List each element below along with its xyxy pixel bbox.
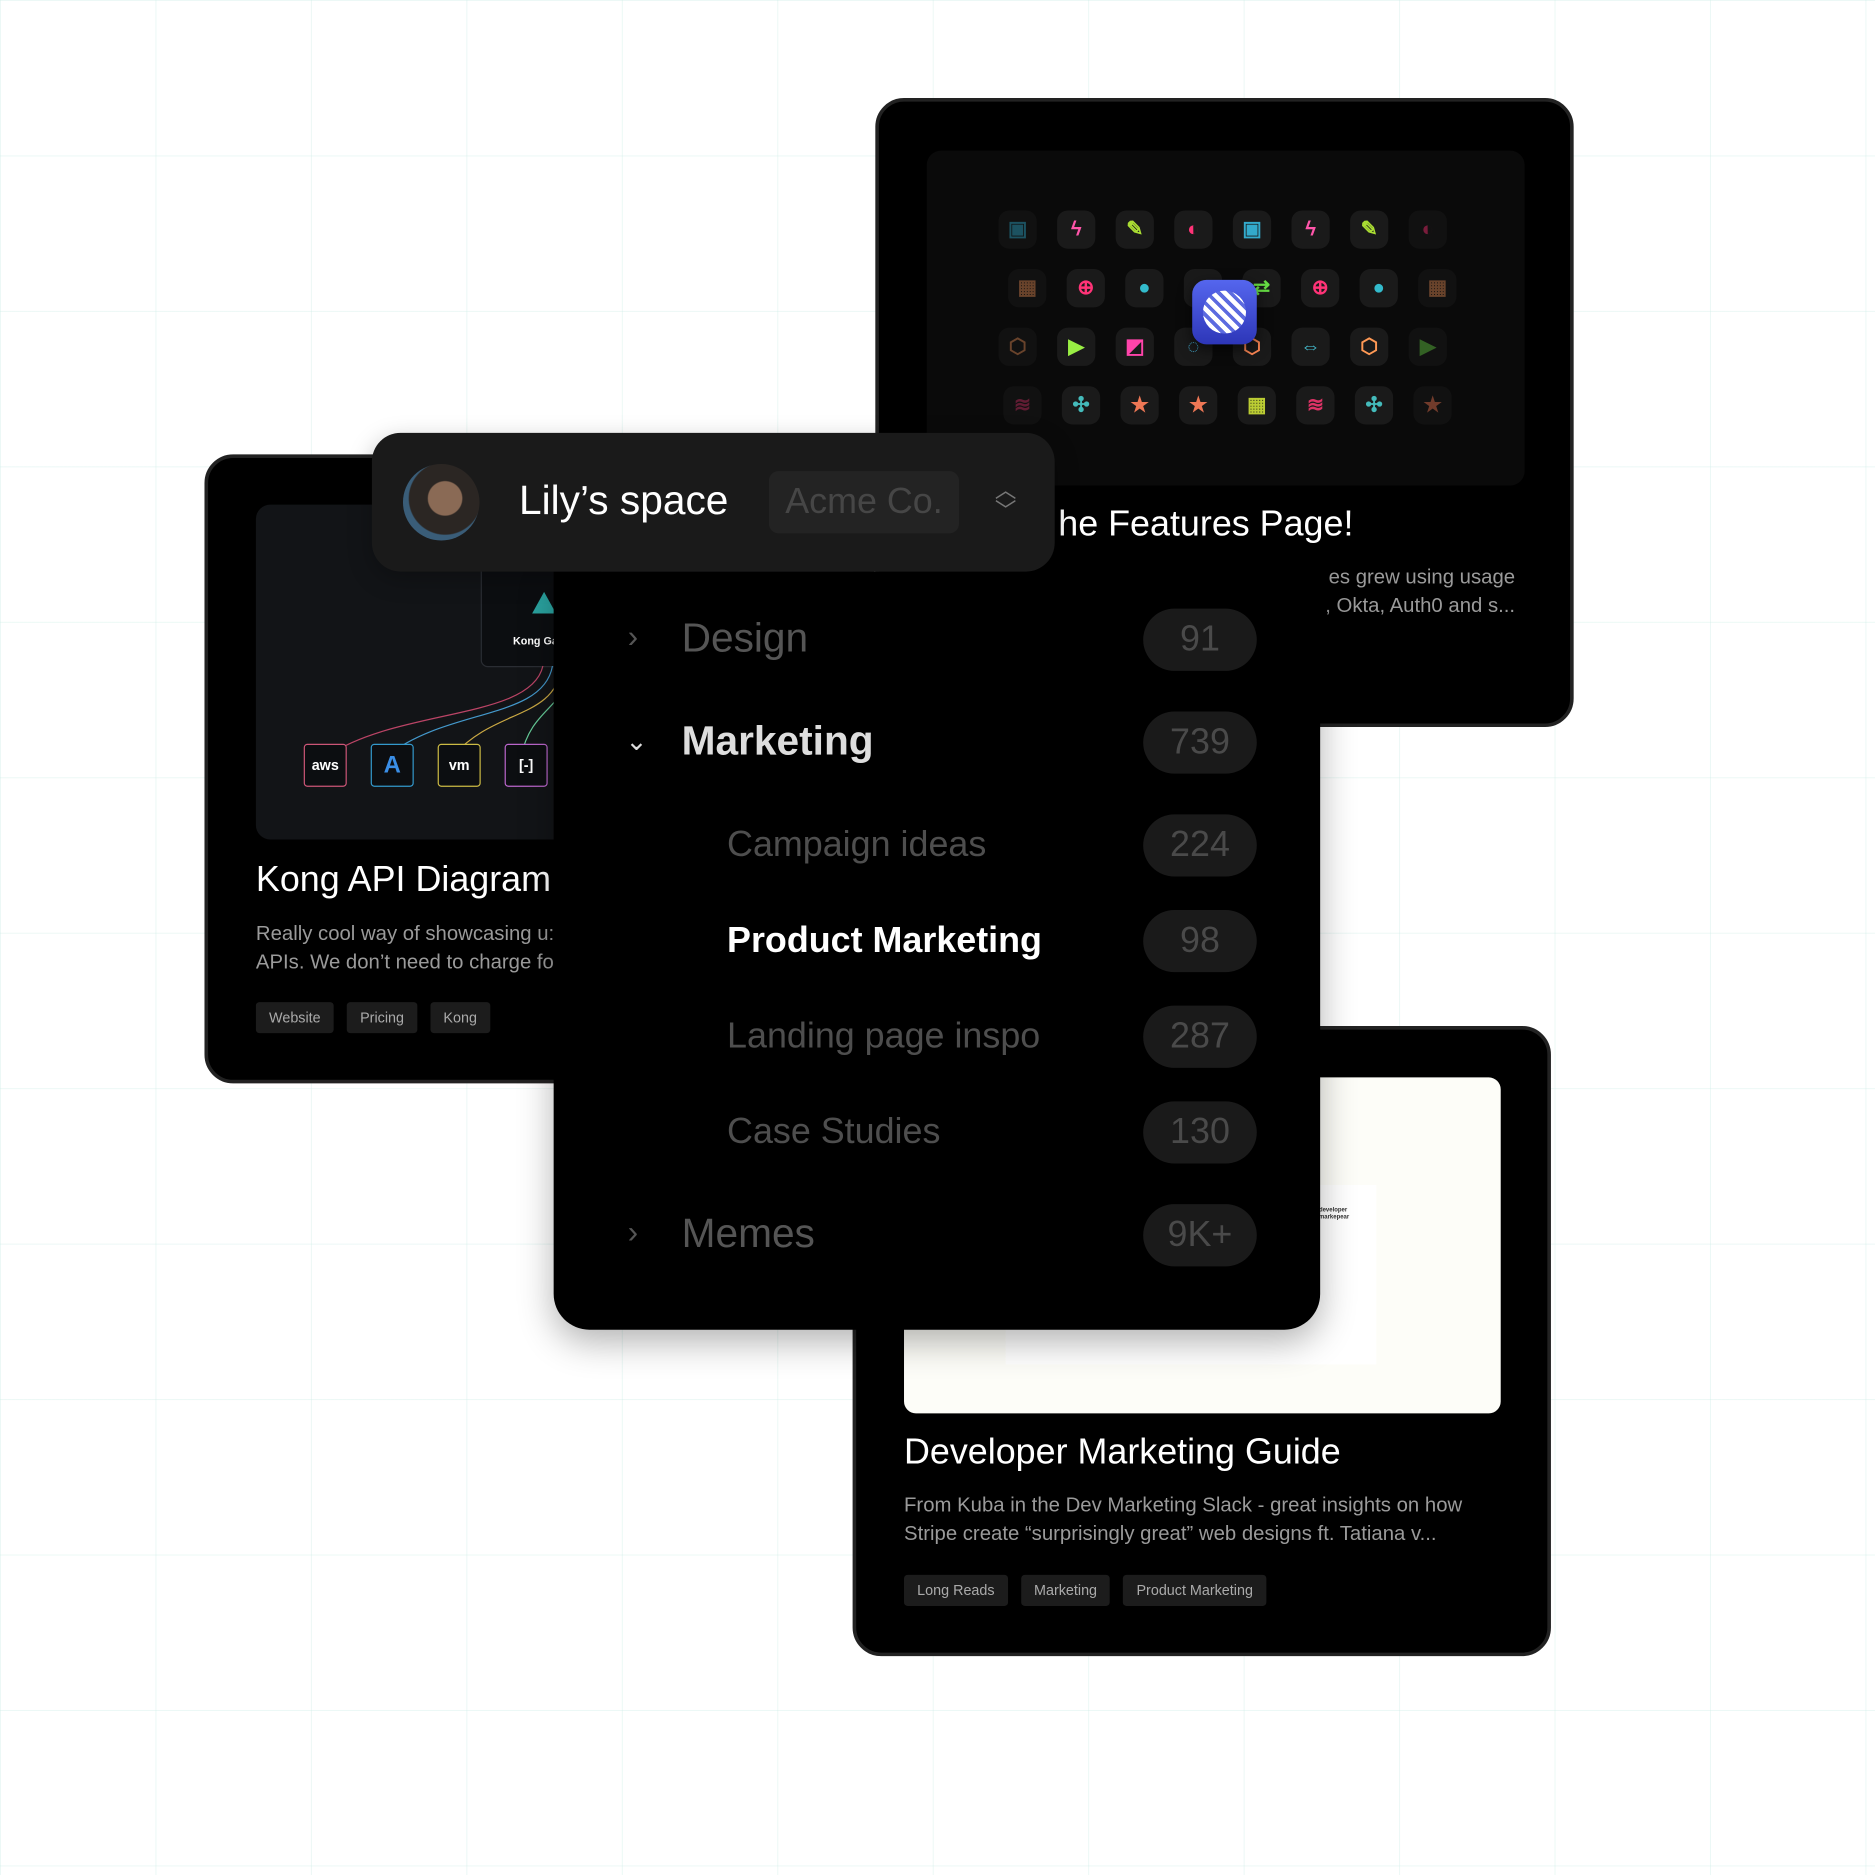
card-description: Really cool way of showcasing u: APIs. W… — [255, 921, 555, 974]
feature-icon: ✎ — [1115, 210, 1154, 249]
tag[interactable]: Long Reads — [904, 1574, 1008, 1606]
chevron-right-icon[interactable]: › — [628, 1214, 638, 1251]
feature-icon: ≋ — [1296, 386, 1335, 425]
tag-list: Long Reads Marketing Product Marketing — [904, 1574, 1267, 1606]
feature-icon: ⬡ — [998, 327, 1037, 366]
count-badge: 130 — [1143, 1101, 1257, 1164]
tag[interactable]: Marketing — [1020, 1574, 1111, 1606]
menu-item-label: Case Studies — [727, 1112, 941, 1152]
menu-item-memes[interactable]: › Memes 9K+ — [554, 1204, 1321, 1267]
provider-icon: [-] — [504, 743, 548, 787]
feature-icon: ◩ — [1115, 327, 1154, 366]
feature-icon: ▦ — [1008, 269, 1047, 308]
feature-icon: ★ — [1120, 386, 1159, 425]
menu-item-label: Design — [681, 615, 809, 662]
feature-icon: ϟ — [1291, 210, 1330, 249]
count-badge: 9K+ — [1143, 1204, 1257, 1267]
count-badge: 287 — [1143, 1005, 1257, 1068]
tag[interactable]: Pricing — [346, 1002, 418, 1034]
chevron-right-icon[interactable]: › — [628, 618, 638, 655]
feature-icon: ▣ — [1232, 210, 1272, 249]
workspace-name: Lily’s space — [518, 478, 729, 524]
feature-icon: ★ — [1413, 386, 1452, 425]
feature-icon: ⊕ — [1066, 269, 1105, 308]
workspace-switcher[interactable]: Lily’s space Acme Co. ︿ ﹀ — [371, 432, 1055, 572]
menu-item-campaign-ideas[interactable]: Campaign ideas 224 — [554, 814, 1321, 877]
count-badge: 98 — [1143, 909, 1257, 973]
count-badge: 739 — [1143, 711, 1257, 774]
card-title: Kong API Diagram — [255, 859, 552, 900]
menu-item-case-studies[interactable]: Case Studies 130 — [554, 1101, 1321, 1164]
tag[interactable]: Website — [255, 1002, 334, 1034]
organization-badge[interactable]: Acme Co. — [768, 471, 960, 534]
feature-icon: ★ — [1179, 386, 1218, 425]
feature-icon: ▣ — [998, 210, 1037, 249]
menu-item-label: Memes — [681, 1211, 815, 1257]
linear-app-icon — [1192, 279, 1257, 345]
menu-item-label: Product Marketing — [727, 920, 1042, 961]
provider-icon: vm — [437, 743, 481, 787]
chevron-up-down-icon[interactable]: ︿ ﹀ — [991, 480, 1020, 522]
menu-item-design[interactable]: › Design 91 — [554, 608, 1321, 671]
count-badge: 224 — [1143, 814, 1257, 877]
feature-icon: ▶ — [1057, 327, 1096, 366]
menu-item-marketing[interactable]: ⌄ Marketing 739 — [554, 711, 1321, 774]
feature-icon: ✣ — [1354, 386, 1394, 425]
feature-icon: ⇔ — [1291, 327, 1330, 366]
menu-item-product-marketing[interactable]: Product Marketing 98 — [554, 909, 1321, 973]
avatar — [402, 463, 480, 541]
feature-icon: ▦ — [1237, 386, 1276, 425]
menu-item-landing-page-inspo[interactable]: Landing page inspo 287 — [554, 1005, 1321, 1068]
feature-icon: ✣ — [1061, 386, 1101, 425]
feature-icon: ◐ — [1408, 210, 1447, 249]
tag[interactable]: Product Marketing — [1123, 1574, 1267, 1606]
feature-icon: ● — [1359, 269, 1398, 308]
provider-icon: aws — [303, 743, 347, 787]
tag[interactable]: Kong — [430, 1002, 491, 1034]
feature-icon: ▦ — [1418, 269, 1457, 308]
provider-icon: A — [370, 743, 414, 787]
tag-list: Website Pricing Kong — [255, 1002, 491, 1034]
feature-icon: ✎ — [1350, 210, 1389, 249]
menu-item-label: Landing page inspo — [727, 1016, 1041, 1056]
menu-item-label: Marketing — [681, 718, 874, 765]
feature-icon: ⊕ — [1301, 269, 1340, 308]
card-description: From Kuba in the Dev Marketing Slack - g… — [904, 1493, 1463, 1545]
feature-icon: ▶ — [1408, 327, 1447, 366]
feature-icon: ◐ — [1174, 210, 1213, 249]
canvas: ▣ ϟ ✎ ◐ ▣ ϟ ✎ ◐ ▦ ⊕ ● ⇄ ⊕ ● ▦ ⬡ ▶ ◩ ◌ ⬡ ⇔ ⬡ ▶ ≋ ✣ ★ ★ ▦ ≋ ✣ ★ he Featu… — [0, 0, 1875, 1875]
chevron-down-icon[interactable]: ⌄ — [625, 726, 647, 757]
card-title: he Features Page! — [1058, 504, 1354, 545]
feature-icon: ≋ — [1003, 386, 1042, 425]
count-badge: 91 — [1143, 608, 1257, 671]
thumbnail-logo: developer markepear — [1318, 1206, 1350, 1221]
menu-item-label: Campaign ideas — [727, 825, 987, 865]
collection-menu: › Design 91 ⌄ Marketing 739 Campaign ide… — [553, 571, 1321, 1330]
feature-icon: ● — [1125, 269, 1164, 308]
card-description: es grew using usage , Okta, Auth0 and s.… — [1325, 565, 1516, 618]
card-title: Developer Marketing Guide — [904, 1432, 1341, 1473]
provider-icons: aws Avm [-] — [303, 743, 548, 787]
feature-icon: ⬡ — [1350, 327, 1389, 366]
feature-icon: ϟ — [1057, 210, 1096, 249]
